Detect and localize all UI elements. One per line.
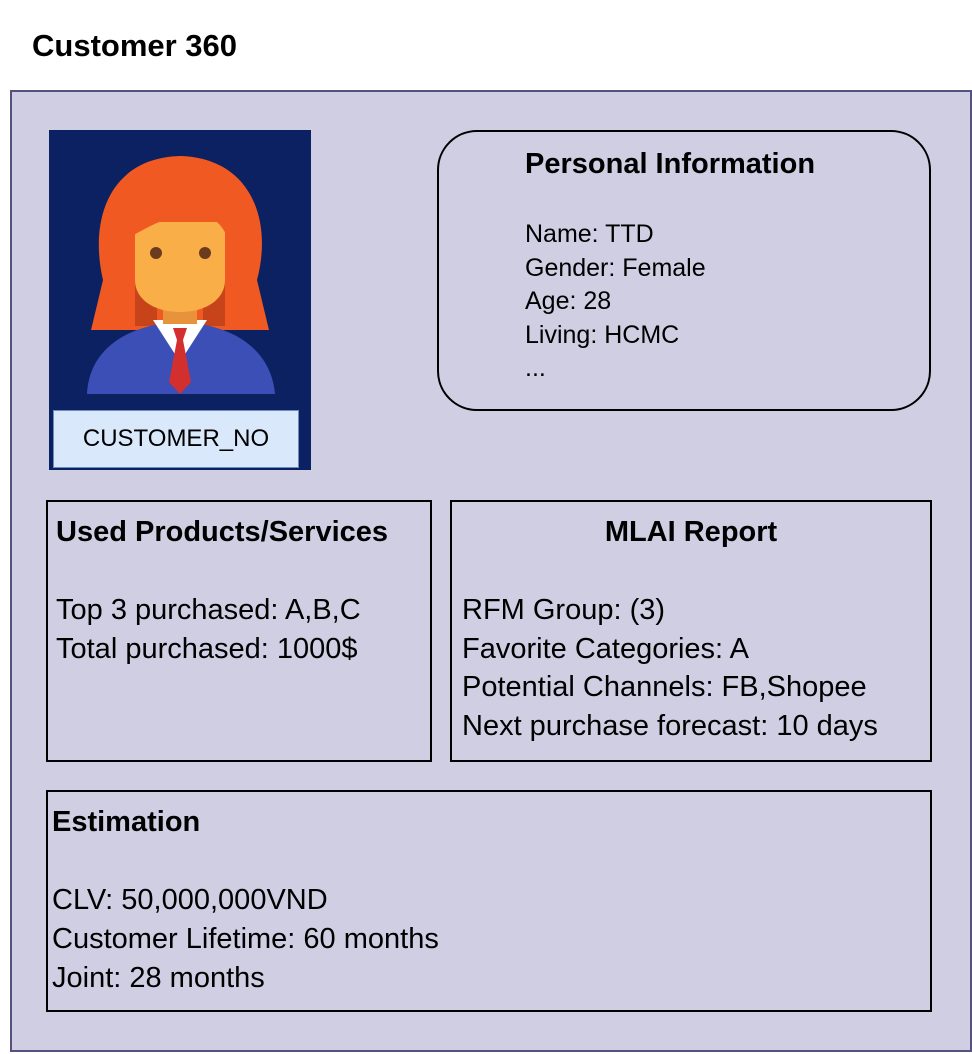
- personal-info-line: Gender: Female: [525, 253, 706, 282]
- mlai-report-title: MLAI Report: [604, 516, 778, 548]
- mlai-report-line: Next purchase forecast: 10 days: [462, 709, 878, 742]
- used-products-title: Used Products/Services: [56, 516, 389, 548]
- personal-info-line: ...: [525, 354, 546, 382]
- estimation-lines: CLV: 50,000,000VND Customer Lifetime: 60…: [52, 881, 439, 998]
- estimation-line: Joint: 28 months: [52, 962, 265, 994]
- mlai-report-lines: RFM Group: (3) Favorite Categories: A Po…: [462, 591, 878, 745]
- used-products-line: Total purchased: 1000$: [56, 633, 358, 665]
- used-products-box: Used Products/Services Top 3 purchased: …: [46, 500, 432, 762]
- mlai-report-line: RFM Group: (3): [462, 594, 666, 626]
- used-products-line: Top 3 purchased: A,B,C: [56, 594, 361, 626]
- estimation-box: Estimation CLV: 50,000,000VND Customer L…: [46, 790, 932, 1012]
- mlai-report-line: Favorite Categories: A: [462, 632, 749, 665]
- mlai-report-line: Potential Channels: FB,Shopee: [462, 671, 867, 703]
- personal-information-box: Personal Information Name: TTD Gender: F…: [437, 130, 931, 411]
- customer-no-label: CUSTOMER_NO: [53, 410, 299, 468]
- mlai-report-box: MLAI Report RFM Group: (3) Favorite Cate…: [450, 500, 932, 762]
- estimation-title: Estimation: [52, 806, 201, 838]
- personal-information-lines: Name: TTD Gender: Female Age: 28 Living:…: [525, 218, 706, 386]
- personal-info-line: Living: HCMC: [525, 320, 680, 349]
- used-products-lines: Top 3 purchased: A,B,C Total purchased: …: [56, 591, 361, 669]
- estimation-line: CLV: 50,000,000VND: [52, 884, 328, 916]
- personal-info-line: Name: TTD: [525, 220, 654, 248]
- page-title: Customer 360: [32, 28, 238, 63]
- estimation-line: Customer Lifetime: 60 months: [52, 923, 439, 955]
- personal-information-title: Personal Information: [525, 148, 816, 180]
- personal-info-line: Age: 28: [525, 287, 612, 315]
